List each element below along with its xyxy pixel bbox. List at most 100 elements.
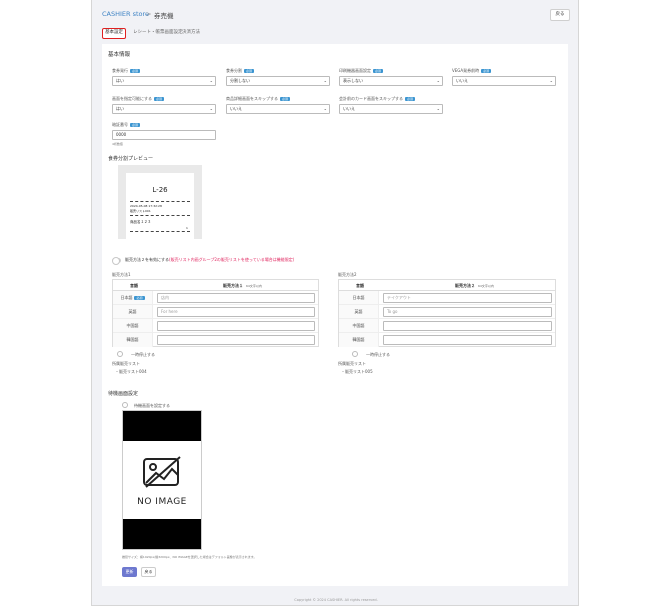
method1-en-input[interactable]: For here (157, 307, 315, 317)
ticket-divider (130, 231, 190, 232)
table-row: 日本語 必須 店内 (113, 291, 318, 305)
chevron-down-icon: ⌄ (209, 106, 213, 111)
required-badge: 必須 (405, 97, 416, 101)
method1-ja-input[interactable]: 店内 (157, 293, 315, 303)
method1-zh-input[interactable] (157, 321, 315, 331)
method1-col-lang: 言語 (130, 283, 138, 288)
page-title: 券売機 (154, 12, 174, 20)
table-row: 韓国語 (339, 333, 555, 347)
method1-pause-label: 一時停止する (131, 352, 155, 357)
ticket-page-no: 1 (186, 226, 188, 230)
pin-input[interactable]: 0000 (112, 130, 216, 140)
ticket-split-select[interactable]: 分割しない ⌄ (226, 76, 330, 86)
method1-ko-input[interactable] (157, 335, 315, 345)
table-row: 中国語 (339, 319, 555, 333)
required-badge: 必須 (244, 69, 255, 73)
table-row: 英語 To go (339, 305, 555, 319)
standby-title: 待機画面設定 (108, 391, 139, 397)
method2-toggle[interactable] (112, 257, 121, 265)
breadcrumb-separator: > (146, 10, 152, 18)
method1-label: 販売方法1 (112, 272, 131, 277)
ticket-item: 商品名１２３ (130, 220, 151, 224)
section-title-basic: 基本情報 (108, 52, 131, 58)
lang-cell: 英語 (339, 305, 379, 318)
footer-copyright: Copyright © 2024 CASHIER. All rights res… (294, 598, 378, 602)
screen-select[interactable]: はい ⌄ (112, 104, 216, 114)
method1-pause-radio[interactable] (117, 351, 123, 357)
chevron-down-icon: ⌄ (209, 78, 213, 83)
method2-ja-input[interactable]: テイクアウト (383, 293, 552, 303)
table-row: 中国語 (113, 319, 318, 333)
lang-cell: 日本語 必須 (113, 291, 153, 304)
standby-image[interactable]: NO IMAGE (122, 410, 202, 550)
required-badge: 必須 (154, 97, 165, 101)
skip-card-select[interactable]: いいえ ⌄ (339, 104, 443, 114)
app-frame: CASHIER store > 券売機 戻る 基本設定 レシート・帳票画面設定 … (91, 0, 579, 606)
method2-ko-input[interactable] (383, 335, 552, 345)
vega-select[interactable]: いいえ ⌄ (452, 76, 556, 86)
required-badge: 必須 (130, 123, 141, 127)
tab-payment-methods[interactable]: 決済方法 (182, 28, 200, 38)
field-label-ticket-split: 食券分割 必須 (226, 68, 255, 73)
tab-basic-settings[interactable]: 基本設定 (102, 28, 126, 39)
chevron-down-icon: ⌄ (323, 78, 327, 83)
chevron-down-icon: ⌄ (436, 106, 440, 111)
lang-cell: 中国語 (339, 319, 379, 332)
required-badge: 必須 (130, 69, 141, 73)
table-row: 日本語 テイクアウト (339, 291, 555, 305)
method2-pause-radio[interactable] (352, 351, 358, 357)
ticket-date: 2024-05-08 17:32:28 (130, 204, 162, 208)
chevron-down-icon: ⌄ (549, 78, 553, 83)
ticket-preview: L-26 2024-05-08 17:32:28 販売リスト001 商品名１２３… (118, 165, 202, 239)
table-row: 韓国語 (113, 333, 318, 347)
ticket-issue-select[interactable]: はい ⌄ (112, 76, 216, 86)
method2-list-label: 所属販売リスト (338, 361, 366, 366)
field-label-vega: VEGA発券前時 必須 (452, 68, 492, 73)
lang-cell: 英語 (113, 305, 153, 318)
standby-radio[interactable] (122, 402, 128, 408)
field-label-ticket-issue: 食券発行 必須 (112, 68, 141, 73)
breadcrumb-store[interactable]: CASHIER store (102, 10, 149, 18)
method2-table-header: 言語 販売方法２ 64文字以内 (339, 280, 555, 291)
method2-zh-input[interactable] (383, 321, 552, 331)
method2-en-input[interactable]: To go (383, 307, 552, 317)
ticket-paper: L-26 2024-05-08 17:32:28 販売リスト001 商品名１２３… (126, 173, 194, 239)
settings-card: 基本情報 食券発行 必須 はい ⌄ 食券分割 必須 分割しない ⌄ 印刷機器画面設定 必須… (102, 44, 568, 586)
ticket-divider (130, 201, 190, 202)
ticket-list: 販売リスト001 (130, 209, 151, 213)
chevron-down-icon: ⌄ (436, 78, 440, 83)
method1-list-value: ・販売リスト004 (115, 369, 147, 374)
lang-cell: 日本語 (339, 291, 379, 304)
tab-receipt-settings[interactable]: レシート・帳票画面設定 (133, 28, 183, 38)
preview-title: 食券分割プレビュー (108, 156, 154, 162)
method2-col-lang: 言語 (356, 283, 364, 288)
no-image-text: NO IMAGE (137, 497, 187, 507)
method2-pause-label: 一時停止する (366, 352, 390, 357)
page-header: CASHIER store > 券売機 戻る (102, 9, 570, 24)
lang-cell: 韓国語 (113, 333, 153, 347)
ticket-divider (130, 215, 190, 216)
required-badge: 必須 (134, 296, 145, 300)
back-button-bottom[interactable]: 戻る (141, 567, 156, 577)
update-button[interactable]: 更新 (122, 567, 137, 577)
method2-toggle-label: 販売方法２を有効にする(販売リスト内画グループ2の販売リストを使っている場合は機… (125, 257, 295, 262)
standby-label: 待機画面を設定する (134, 403, 170, 408)
print-screen-select[interactable]: 表示しない ⌄ (339, 76, 443, 86)
field-label-pin: 暗証番号 必須 (112, 122, 141, 127)
skip-detail-select[interactable]: いいえ ⌄ (226, 104, 330, 114)
method2-table: 言語 販売方法２ 64文字以内 日本語 テイクアウト 英語 To go 中国語 韓… (338, 279, 556, 347)
image-bar-top (123, 411, 201, 441)
back-button-top[interactable]: 戻る (550, 9, 570, 21)
ticket-number: L-26 (152, 186, 168, 194)
field-label-screen-select: 画面を指定可能にする 必須 (112, 96, 165, 101)
chevron-down-icon: ⌄ (323, 106, 327, 111)
field-label-print-screen: 印刷機器画面設定 必須 (339, 68, 384, 73)
method1-table: 言語 販売方法１ 64文字以内 日本語 必須 店内 英語 For here 中国語 … (112, 279, 319, 347)
field-label-skip-card: 会計前のカード画面をスキップする 必須 (339, 96, 416, 101)
required-badge: 必須 (481, 69, 492, 73)
image-bar-bottom (123, 519, 201, 549)
required-badge: 必須 (280, 97, 291, 101)
method1-table-header: 言語 販売方法１ 64文字以内 (113, 280, 318, 291)
method2-toggle-warning: (販売リスト内画グループ2の販売リストを使っている場合は機能限定) (169, 257, 295, 262)
required-badge: 必須 (373, 69, 384, 73)
